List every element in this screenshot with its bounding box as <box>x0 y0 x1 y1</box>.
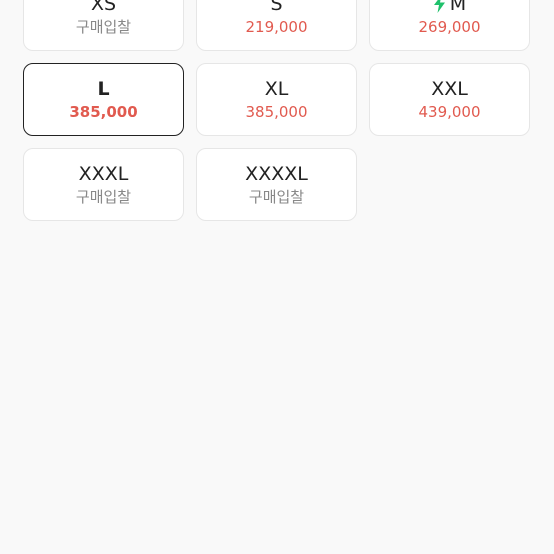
size-option-xl[interactable]: XL 385,000 <box>196 63 357 136</box>
size-option-m[interactable]: M 269,000 <box>369 0 530 51</box>
size-option-xxl[interactable]: XXL 439,000 <box>369 63 530 136</box>
size-option-grid: XS 구매입찰 S 219,000 M 269,000 L 385,000 XL… <box>23 0 530 221</box>
price-label: 439,000 <box>418 103 481 121</box>
size-option-s[interactable]: S 219,000 <box>196 0 357 51</box>
lightning-bolt-icon <box>433 0 445 13</box>
size-option-xs[interactable]: XS 구매입찰 <box>23 0 184 51</box>
size-label: S <box>270 0 283 15</box>
size-label: M <box>449 0 467 15</box>
size-label: XXXL <box>78 163 129 185</box>
price-label: 219,000 <box>245 18 308 36</box>
price-label: 385,000 <box>69 103 138 121</box>
size-label-row: M <box>433 0 466 15</box>
size-label: XS <box>90 0 117 15</box>
size-label: XXL <box>431 78 468 100</box>
size-label: XL <box>264 78 289 100</box>
size-option-l[interactable]: L 385,000 <box>23 63 184 136</box>
bid-label: 구매입찰 <box>75 188 132 206</box>
size-option-xxxxl[interactable]: XXXXL 구매입찰 <box>196 148 357 221</box>
size-option-xxxl[interactable]: XXXL 구매입찰 <box>23 148 184 221</box>
price-label: 269,000 <box>418 18 481 36</box>
size-label: L <box>97 78 110 100</box>
price-label: 385,000 <box>245 103 308 121</box>
bid-label: 구매입찰 <box>75 18 132 36</box>
bid-label: 구매입찰 <box>248 188 305 206</box>
size-label: XXXXL <box>245 163 308 185</box>
